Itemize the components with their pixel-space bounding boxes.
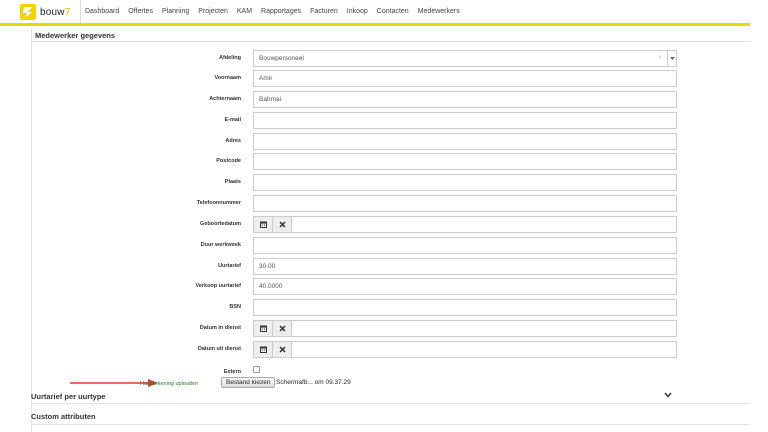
nav-dashboard[interactable]: Dashboard	[85, 8, 119, 15]
label-uit-dienst: Datum uit dienst	[197, 346, 241, 352]
choose-file-button[interactable]: Bestand kiezen	[221, 377, 276, 388]
label-plaats: Plaats	[224, 179, 241, 185]
calendar-button[interactable]	[254, 321, 273, 336]
geboortedatum-input[interactable]	[294, 217, 674, 232]
dropdown-toggle[interactable]	[667, 50, 676, 67]
duur-input[interactable]	[253, 237, 677, 254]
bsn-input[interactable]	[253, 299, 677, 316]
row-in-dienst: Datum in dienst	[32, 320, 751, 337]
close-icon	[279, 221, 286, 228]
label-extern: Extern	[223, 369, 241, 375]
achternaam-input[interactable]: Bahmai	[253, 91, 677, 108]
divider	[31, 424, 750, 425]
label-postcode: Postcode	[216, 158, 241, 164]
afdeling-value: Bouwpersoneel	[259, 55, 304, 62]
row-afdeling: Afdeling Bouwpersoneel ×	[32, 50, 751, 67]
row-geboortedatum: Geboortedatum	[32, 216, 751, 233]
row-uit-dienst: Datum uit dienst	[32, 341, 751, 358]
nav-inkoop[interactable]: Inkoop	[347, 8, 368, 15]
top-navbar: bouw7 Dashboard Offertes Planning Projec…	[0, 0, 768, 24]
row-postcode: Postcode	[32, 153, 751, 170]
nav-medewerkers[interactable]: Medewerkers	[418, 8, 460, 15]
postcode-input[interactable]	[253, 153, 677, 170]
row-voornaam: Voornaam Amir	[32, 70, 751, 87]
row-duur: Duur werkweek	[32, 237, 751, 254]
panel-header: Medewerker gegevens	[32, 28, 751, 42]
geboortedatum-field	[253, 216, 677, 233]
afdeling-select[interactable]: Bouwpersoneel ×	[253, 50, 677, 67]
calendar-icon	[260, 221, 267, 228]
row-uurtarief: Uurtarief 30.00	[32, 258, 751, 275]
label-telefoon: Telefoonnummer	[196, 200, 241, 206]
uit-dienst-input[interactable]	[294, 342, 674, 357]
extern-checkbox[interactable]	[253, 366, 260, 373]
close-icon	[279, 346, 286, 353]
panel-title: Medewerker gegevens	[35, 31, 116, 40]
label-duur: Duur werkweek	[200, 242, 241, 248]
caret-down-icon	[670, 57, 675, 60]
plaats-input[interactable]	[253, 174, 677, 191]
file-name: Schermafb... om 09.37.29	[276, 379, 351, 386]
nav-offertes[interactable]: Offertes	[128, 8, 153, 15]
brand-name: bouw7	[40, 6, 71, 18]
calendar-icon	[260, 346, 267, 353]
label-handtekening: Handtekening uploaden	[140, 381, 199, 387]
section-custom-title[interactable]: Custom attributen	[31, 412, 96, 421]
calendar-button[interactable]	[254, 342, 273, 357]
label-uurtarief: Uurtarief	[218, 263, 241, 269]
employee-panel: Medewerker gegevens Afdeling Bouwpersone…	[31, 28, 751, 432]
in-dienst-field	[253, 320, 677, 337]
chevron-down-icon[interactable]	[664, 392, 672, 398]
uit-dienst-field	[253, 341, 677, 358]
logo-icon	[20, 4, 36, 20]
clear-icon[interactable]: ×	[658, 55, 662, 61]
label-bsn: BSN	[229, 304, 241, 310]
row-achternaam: Achternaam Bahmai	[32, 91, 751, 108]
nav-projecten[interactable]: Projecten	[198, 8, 228, 15]
voornaam-input[interactable]: Amir	[253, 70, 677, 87]
close-icon	[279, 325, 286, 332]
clear-date-button[interactable]	[273, 217, 292, 232]
label-voornaam: Voornaam	[214, 75, 242, 81]
nav-rapportages[interactable]: Rapportages	[261, 8, 301, 15]
nav-kam[interactable]: KAM	[237, 8, 252, 15]
telefoon-input[interactable]	[253, 195, 677, 212]
section-uurtarief-title[interactable]: Uurtarief per uurtype	[31, 392, 106, 401]
brand-logo[interactable]: bouw7	[20, 4, 70, 20]
label-afdeling: Afdeling	[219, 55, 241, 61]
nav-facturen[interactable]: Facturen	[310, 8, 338, 15]
email-input[interactable]	[253, 112, 677, 129]
calendar-icon	[260, 325, 267, 332]
label-email: E-mail	[224, 117, 241, 123]
label-adres: Adres	[225, 138, 241, 144]
accent-bar	[0, 23, 750, 26]
row-email: E-mail	[32, 112, 751, 129]
uurtarief-input[interactable]: 30.00	[253, 258, 677, 275]
adres-input[interactable]	[253, 133, 677, 150]
row-plaats: Plaats	[32, 174, 751, 191]
nav-contacten[interactable]: Contacten	[377, 8, 409, 15]
clear-date-button[interactable]	[273, 342, 292, 357]
verkoop-input[interactable]: 40.0000	[253, 278, 677, 295]
divider	[31, 403, 750, 404]
main-nav: Dashboard Offertes Planning Projecten KA…	[80, 0, 469, 23]
row-verkoop: Verkoop uurtarief 40.0000	[32, 278, 751, 295]
in-dienst-input[interactable]	[294, 321, 674, 336]
row-telefoon: Telefoonnummer	[32, 195, 751, 212]
nav-planning[interactable]: Planning	[162, 8, 189, 15]
label-verkoop: Verkoop uurtarief	[195, 283, 241, 289]
row-bsn: BSN	[32, 299, 751, 316]
label-achternaam: Achternaam	[209, 96, 241, 102]
label-geboortedatum: Geboortedatum	[200, 221, 241, 227]
row-adres: Adres	[32, 133, 751, 150]
label-in-dienst: Datum in dienst	[199, 325, 241, 331]
calendar-button[interactable]	[254, 217, 273, 232]
clear-date-button[interactable]	[273, 321, 292, 336]
